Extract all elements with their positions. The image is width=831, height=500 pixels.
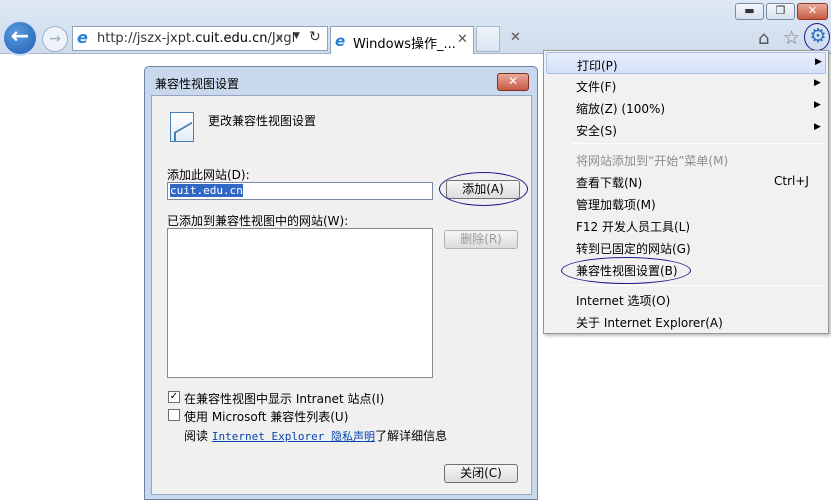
home-icon[interactable]: ⌂ (758, 28, 769, 49)
intranet-checkbox-label: 在兼容性视图中显示 Intranet 站点(I) (184, 392, 385, 406)
dialog-heading: 更改兼容性视图设置 (208, 114, 317, 128)
add-site-value: cuit.edu.cn (170, 184, 243, 197)
tab-title: Windows操作_... (353, 37, 456, 52)
refresh-icon[interactable]: ↻ (309, 29, 321, 45)
back-button[interactable]: ← (2, 20, 38, 56)
menu-item-label: Internet 选项(O) (576, 294, 671, 308)
forward-button[interactable]: → (42, 26, 68, 52)
ie-logo-icon: e (77, 28, 88, 47)
menu-item-label: 文件(F) (576, 80, 617, 94)
annotation-ellipse (439, 172, 528, 206)
ms-list-checkbox[interactable] (168, 409, 180, 421)
menu-item-safety[interactable]: 安全(S) ▶ (546, 118, 826, 140)
menu-item-label: 缩放(Z) (100%) (576, 102, 666, 116)
menu-item-label: 将网站添加到“开始”菜单(M) (576, 154, 729, 168)
add-site-input[interactable]: cuit.edu.cn (167, 182, 433, 200)
submenu-arrow-icon: ▶ (815, 57, 822, 67)
menu-item-f12-tools[interactable]: F12 开发人员工具(L) (546, 214, 826, 236)
menu-item-label: 管理加载项(M) (576, 198, 656, 212)
read-prefix: 阅读 (184, 429, 209, 443)
dialog-title: 兼容性视图设置 (155, 77, 240, 91)
added-sites-list[interactable] (167, 228, 433, 378)
tab-windows[interactable]: e Windows操作_... ✕ (330, 26, 474, 54)
submenu-arrow-icon: ▶ (814, 78, 821, 88)
menu-separator (572, 143, 826, 144)
menu-item-pinned-sites[interactable]: 转到已固定的网站(G) (546, 236, 826, 258)
menu-item-view-downloads[interactable]: 查看下载(N) Ctrl+J (546, 170, 826, 192)
search-icon[interactable]: ⌕ (276, 30, 283, 45)
menu-item-label: 打印(P) (577, 59, 618, 73)
submenu-arrow-icon: ▶ (814, 122, 821, 132)
annotation-ellipse (561, 257, 691, 284)
compat-view-dialog: 兼容性视图设置 ✕ 更改兼容性视图设置 添加此网站(D): cuit.edu.c… (144, 66, 538, 500)
menu-item-label: 安全(S) (576, 124, 617, 138)
menu-item-internet-options[interactable]: Internet 选项(O) (546, 288, 826, 310)
menu-shortcut: Ctrl+J (774, 174, 809, 188)
added-sites-label: 已添加到兼容性视图中的网站(W): (167, 214, 349, 228)
maximize-button[interactable]: ❐ (766, 3, 795, 20)
document-picture-icon (170, 112, 194, 142)
read-suffix: 了解详细信息 (375, 429, 448, 443)
menu-item-label: 转到已固定的网站(G) (576, 242, 691, 256)
close-icon[interactable]: ✕ (510, 30, 521, 45)
close-button[interactable]: 关闭(C) (444, 464, 518, 483)
menu-item-print[interactable]: 打印(P) ▶ (546, 52, 826, 74)
menu-item-about-ie[interactable]: 关于 Internet Explorer(A) (546, 310, 826, 332)
ie-logo-icon: e (335, 32, 346, 50)
browser-frame: ▬ ❐ ✕ ← → e http://jszx-jxpt.cuit.edu.cn… (0, 0, 831, 56)
add-site-label: 添加此网站(D): (167, 168, 250, 182)
address-bar[interactable]: e http://jszx-jxpt.cuit.edu.cn/Jxgl ⌕ ▼ … (72, 26, 328, 51)
dialog-body: 更改兼容性视图设置 添加此网站(D): cuit.edu.cn 添加(A) 已添… (151, 95, 532, 495)
dropdown-icon[interactable]: ▼ (293, 31, 300, 41)
menu-item-add-to-start[interactable]: 将网站添加到“开始”菜单(M) (546, 148, 826, 170)
new-tab-button[interactable] (476, 26, 500, 52)
dialog-close-button[interactable]: ✕ (497, 73, 529, 91)
menu-item-zoom[interactable]: 缩放(Z) (100%) ▶ (546, 96, 826, 118)
url-domain: cuit.edu.cn (195, 31, 268, 46)
tools-menu: 打印(P) ▶ 文件(F) ▶ 缩放(Z) (100%) ▶ 安全(S) ▶ 将网站添加… (543, 50, 829, 334)
menu-separator (572, 285, 826, 286)
submenu-arrow-icon: ▶ (814, 100, 821, 110)
menu-item-label: 查看下载(N) (576, 176, 643, 190)
annotation-ellipse (804, 23, 830, 51)
intranet-checkbox[interactable]: ✓ (168, 391, 180, 403)
tab-close-icon[interactable]: ✕ (457, 32, 468, 47)
favorites-star-icon[interactable]: ☆ (783, 27, 800, 49)
menu-item-manage-addons[interactable]: 管理加载项(M) (546, 192, 826, 214)
address-url[interactable]: http://jszx-jxpt.cuit.edu.cn/Jxgl (97, 31, 295, 46)
menu-item-label: 关于 Internet Explorer(A) (576, 316, 723, 330)
minimize-button[interactable]: ▬ (735, 3, 764, 20)
url-prefix: http://jszx-jxpt. (97, 31, 196, 46)
privacy-link[interactable]: Internet Explorer 隐私声明 (212, 430, 375, 443)
ms-list-checkbox-label: 使用 Microsoft 兼容性列表(U) (184, 410, 349, 424)
close-window-button[interactable]: ✕ (797, 3, 828, 20)
menu-item-label: F12 开发人员工具(L) (576, 220, 691, 234)
menu-item-file[interactable]: 文件(F) ▶ (546, 74, 826, 96)
privacy-text: 阅读 Internet Explorer 隐私声明了解详细信息 (184, 427, 447, 444)
remove-button[interactable]: 删除(R) (444, 230, 518, 249)
